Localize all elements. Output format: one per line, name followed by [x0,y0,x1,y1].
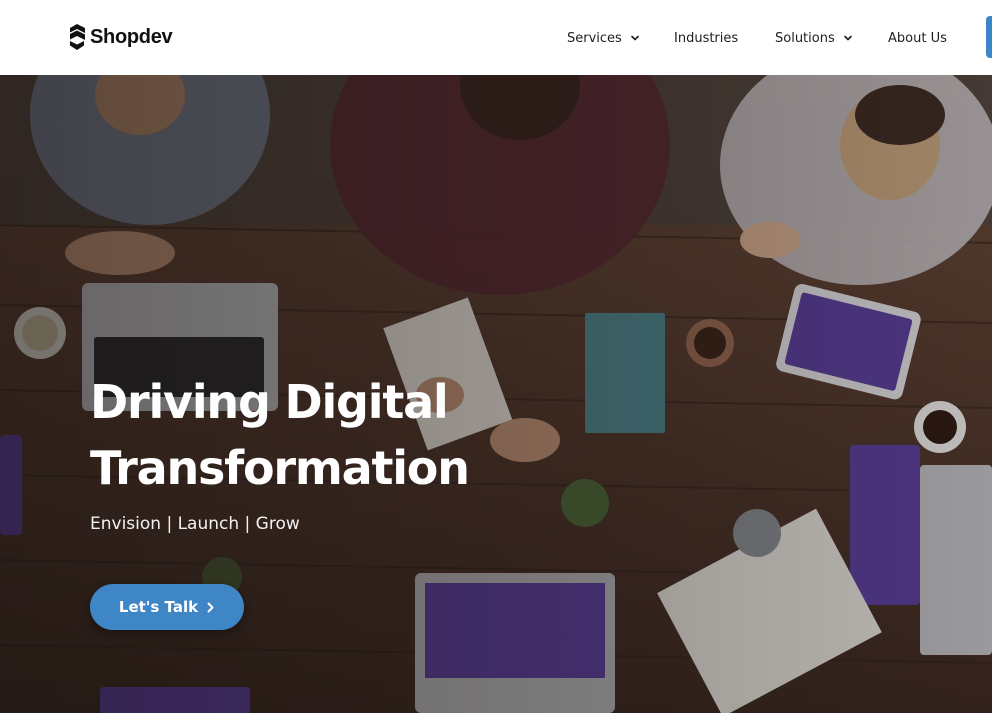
nav-about-label: About Us [888,30,947,46]
nav-industries-label: Industries [674,30,739,46]
site-header: Shopdev Services Industries Solutions Ab… [0,0,992,75]
nav-about-us[interactable]: About Us [888,28,947,48]
nav-solutions[interactable]: Solutions [775,28,853,48]
hero-title-line-2: Transformation [90,441,470,495]
nav-industries[interactable]: Industries [674,28,738,48]
nav-solutions-label: Solutions [775,30,835,46]
lets-talk-button[interactable]: Let's Talk [90,584,244,630]
hero-title-line-1: Driving Digital [90,375,449,429]
lets-talk-label: Let's Talk [118,598,199,616]
hero-title: Driving Digital Transformation [90,369,650,501]
chevron-down-icon [843,35,852,41]
chevron-right-icon [207,602,214,612]
nav-services[interactable]: Services [567,28,640,48]
hero-section: Driving Digital Transformation Envision … [0,75,992,713]
hero-subtitle: Envision | Launch | Grow [90,514,300,534]
header-cta-button[interactable] [986,16,992,58]
main-nav: Services Industries Solutions About Us [0,0,992,75]
chevron-down-icon [631,35,639,41]
nav-services-label: Services [567,30,622,46]
